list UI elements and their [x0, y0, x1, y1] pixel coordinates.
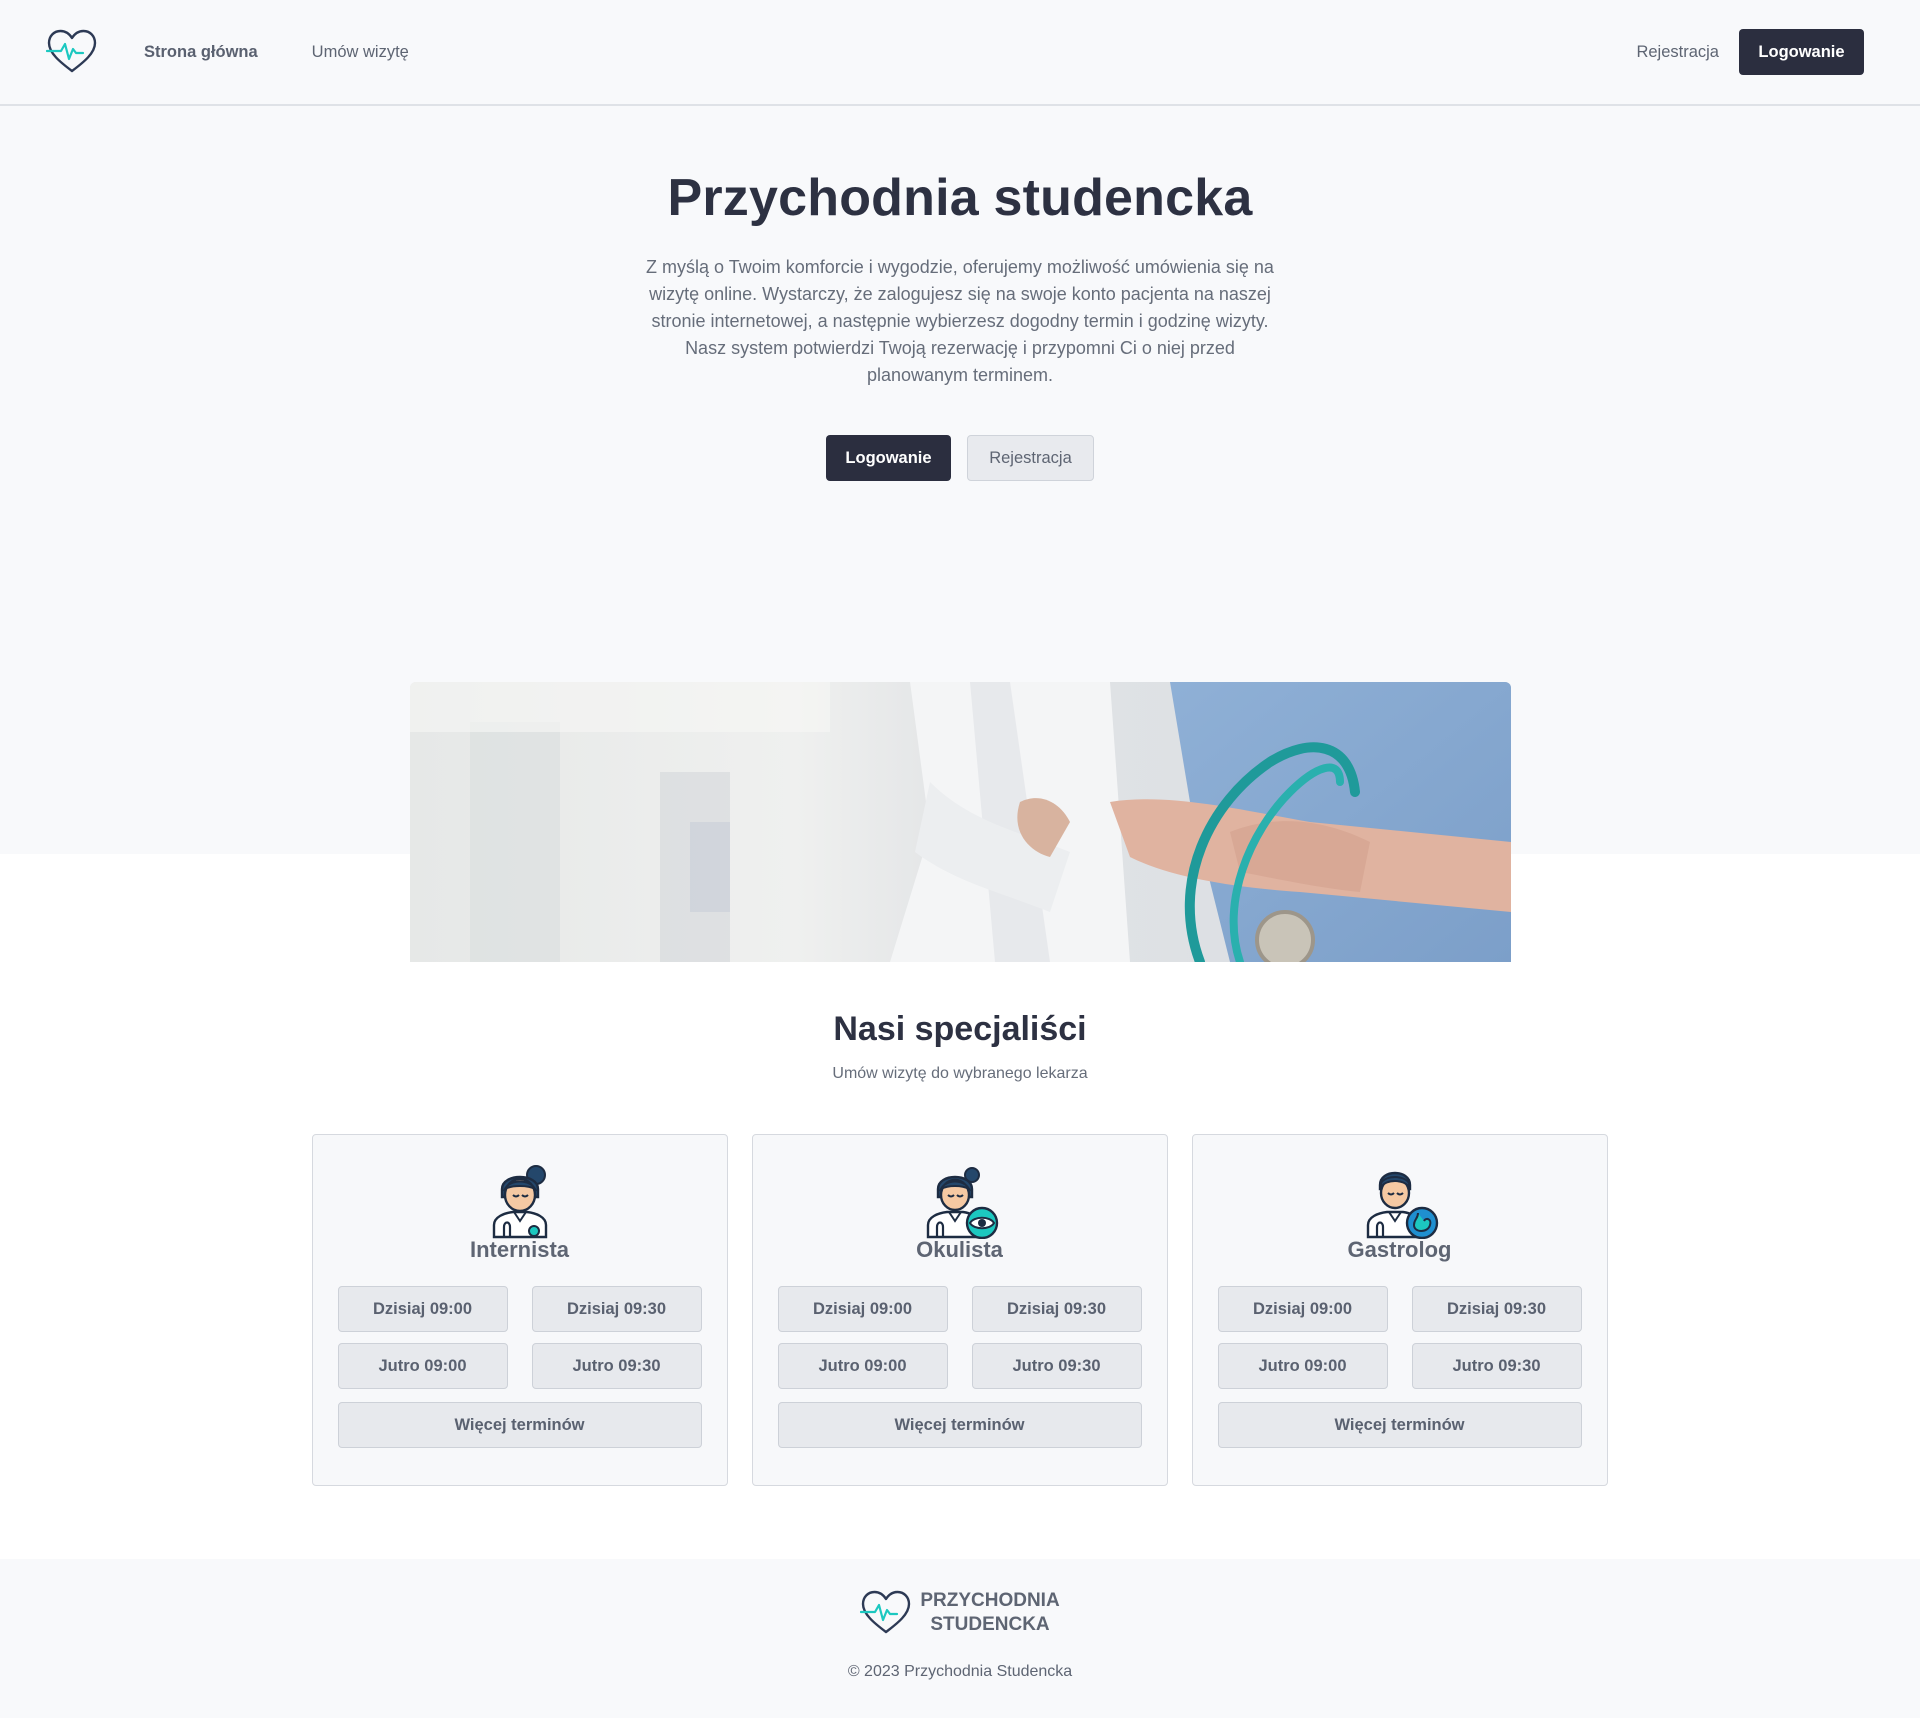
specialist-card-internista: Internista Dzisiaj 09:00 Dzisiaj 09:30 J…	[311, 1134, 728, 1486]
slot-button[interactable]: Dzisiaj 09:00	[337, 1286, 508, 1332]
slot-button[interactable]: Jutro 09:00	[1217, 1343, 1388, 1389]
slot-button[interactable]: Dzisiaj 09:30	[531, 1286, 702, 1332]
doctors-with-stethoscope-image	[410, 682, 1511, 962]
more-slots-button[interactable]: Więcej terminów	[777, 1402, 1142, 1448]
slot-grid: Dzisiaj 09:00 Dzisiaj 09:30 Jutro 09:00 …	[1217, 1286, 1582, 1389]
heart-pulse-logo-icon	[860, 1590, 911, 1634]
footer-brand-line2: STUDENCKA	[930, 1614, 1050, 1635]
slot-button[interactable]: Jutro 09:30	[971, 1343, 1142, 1389]
specialists-subtitle: Umów wizytę do wybranego lekarza	[832, 1065, 1088, 1082]
footer-copyright: © 2023 Przychodnia Studencka	[847, 1663, 1073, 1680]
stomach-doctor-icon	[1366, 1171, 1438, 1239]
female-doctor-icon	[492, 1165, 547, 1239]
slot-grid: Dzisiaj 09:00 Dzisiaj 09:30 Jutro 09:00 …	[337, 1286, 702, 1389]
nav-home-link[interactable]: Strona główna	[144, 43, 258, 62]
slot-button[interactable]: Jutro 09:30	[1411, 1343, 1582, 1389]
slot-button[interactable]: Dzisiaj 09:30	[1411, 1286, 1582, 1332]
footer-brand-line1: PRZYCHODNIA	[920, 1590, 1060, 1611]
specialists-title: Nasi specjaliści	[833, 1010, 1087, 1048]
footer-brand-name: PRZYCHODNIA STUDENCKA	[920, 1589, 1059, 1637]
footer-brand: PRZYCHODNIA STUDENCKA	[860, 1589, 1060, 1637]
footer: PRZYCHODNIA STUDENCKA © 2023 Przychodnia…	[0, 1559, 1920, 1718]
heart-pulse-logo-icon[interactable]	[46, 29, 98, 75]
eye-doctor-icon	[926, 1167, 998, 1239]
slot-button[interactable]: Jutro 09:00	[337, 1343, 508, 1389]
specialist-card-okulista: Okulista Dzisiaj 09:00 Dzisiaj 09:30 Jut…	[751, 1134, 1168, 1486]
hero-register-button[interactable]: Rejestracja	[967, 435, 1094, 481]
specialist-cards: Internista Dzisiaj 09:00 Dzisiaj 09:30 J…	[311, 1134, 1609, 1486]
specialist-name: Okulista	[916, 1237, 1003, 1262]
specialist-name: Gastrolog	[1347, 1237, 1452, 1262]
nav-book-visit-link[interactable]: Umów wizytę	[312, 43, 409, 62]
hero-buttons: Logowanie Rejestracja	[0, 435, 1920, 481]
specialist-name: Internista	[469, 1237, 570, 1262]
more-slots-button[interactable]: Więcej terminów	[337, 1402, 702, 1448]
specialist-card-gastrolog: Gastrolog Dzisiaj 09:00 Dzisiaj 09:30 Ju…	[1191, 1134, 1608, 1486]
nav-register-link[interactable]: Rejestracja	[1636, 43, 1719, 62]
hero-description: Z myślą o Twoim komforcie i wygodzie, of…	[646, 257, 1274, 385]
more-slots-button[interactable]: Więcej terminów	[1217, 1402, 1582, 1448]
hero-login-button[interactable]: Logowanie	[826, 435, 951, 481]
slot-button[interactable]: Dzisiaj 09:00	[1217, 1286, 1388, 1332]
hero-title: Przychodnia studencka	[667, 169, 1253, 227]
slot-grid: Dzisiaj 09:00 Dzisiaj 09:30 Jutro 09:00 …	[777, 1286, 1142, 1389]
hero-section: Przychodnia studencka Z myślą o Twoim ko…	[0, 106, 1920, 962]
slot-button[interactable]: Jutro 09:30	[531, 1343, 702, 1389]
nav-login-button[interactable]: Logowanie	[1739, 29, 1864, 75]
slot-button[interactable]: Dzisiaj 09:30	[971, 1286, 1142, 1332]
top-navbar: Strona główna Umów wizytę Rejestracja Lo…	[0, 0, 1920, 106]
slot-button[interactable]: Dzisiaj 09:00	[777, 1286, 948, 1332]
slot-button[interactable]: Jutro 09:00	[777, 1343, 948, 1389]
hero-banner-image	[410, 682, 1511, 962]
